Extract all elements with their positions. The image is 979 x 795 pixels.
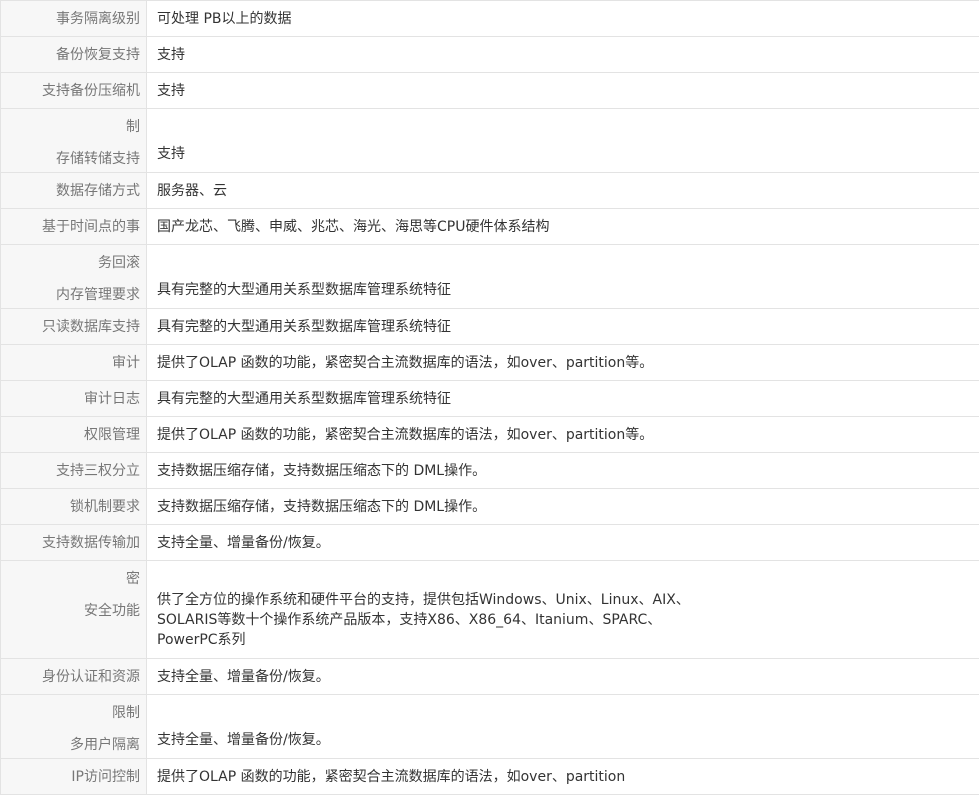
row-value-text: 支持: [157, 82, 185, 99]
row-value: 服务器、云: [147, 173, 979, 208]
row-value-text: 支持全量、增量备份/恢复。: [157, 732, 330, 748]
table-row: 务回滚 内存管理要求 具有完整的大型通用关系型数据库管理系统特征: [1, 245, 979, 309]
row-label: 基于时间点的事: [1, 209, 147, 244]
spec-table: 事务隔离级别 可处理 PB以上的数据 备份恢复支持 支持 支持备份压缩机 支持制存储转储支…: [0, 0, 979, 795]
row-value-text: 具有完整的大型通用关系型数据库管理系统特征: [157, 282, 451, 298]
row-value: 支持数据压缩存储，支持数据压缩态下的 DML操作。: [147, 453, 979, 488]
row-value: 支持数据压缩存储，支持数据压缩态下的 DML操作。: [147, 489, 979, 524]
row-value-text: 提供了OLAP 函数的功能，紧密契合主流数据库的语法，如over、partiti…: [157, 426, 654, 443]
row-label: 锁机制要求: [1, 489, 147, 524]
row-value: 具有完整的大型通用关系型数据库管理系统特征: [147, 381, 979, 416]
table-row: 审计 提供了OLAP 函数的功能，紧密契合主流数据库的语法，如over、parti…: [1, 345, 979, 381]
row-value-text: 服务器、云: [157, 182, 227, 199]
table-row: 数据存储方式 服务器、云: [1, 173, 979, 209]
row-label-text: 内存管理要求: [56, 287, 140, 303]
row-value-text: 支持: [157, 146, 185, 162]
row-label-text: 事务隔离级别: [56, 10, 140, 27]
row-value: 支持全量、增量备份/恢复。: [147, 695, 979, 758]
row-label-text: 审计: [112, 354, 140, 371]
row-value: 具有完整的大型通用关系型数据库管理系统特征: [147, 245, 979, 308]
table-row: 审计日志 具有完整的大型通用关系型数据库管理系统特征: [1, 381, 979, 417]
row-value-text: 供了全方位的操作系统和硬件平台的支持，提供包括Windows、Unix、Linu…: [157, 592, 690, 608]
table-row: 支持数据传输加 支持全量、增量备份/恢复。: [1, 525, 979, 561]
table-row: 事务隔离级别 可处理 PB以上的数据: [1, 1, 979, 37]
row-label: 事务隔离级别: [1, 1, 147, 36]
row-value: 提供了OLAP 函数的功能，紧密契合主流数据库的语法，如over、partiti…: [147, 345, 979, 380]
row-value-text: SOLARIS等数十个操作系统产品版本，支持X86、X86_64、Itanium…: [157, 612, 662, 628]
row-label-text: 多用户隔离: [70, 737, 140, 753]
row-label-text: 只读数据库支持: [42, 318, 140, 335]
table-row: 制存储转储支持 支持: [1, 109, 979, 173]
row-value: 可处理 PB以上的数据: [147, 1, 979, 36]
row-value-text: 具有完整的大型通用关系型数据库管理系统特征: [157, 318, 451, 335]
row-label-text: 限制: [112, 705, 140, 721]
row-label: 数据存储方式: [1, 173, 147, 208]
table-row: 备份恢复支持 支持: [1, 37, 979, 73]
table-row: 权限管理 提供了OLAP 函数的功能，紧密契合主流数据库的语法，如over、par…: [1, 417, 979, 453]
row-label: 制存储转储支持: [1, 109, 147, 172]
row-label: 支持备份压缩机: [1, 73, 147, 108]
row-value-text: 可处理 PB以上的数据: [157, 10, 292, 27]
row-label-text: 存储转储支持: [56, 151, 140, 167]
table-row: 身份认证和资源 支持全量、增量备份/恢复。: [1, 659, 979, 695]
row-label: 只读数据库支持: [1, 309, 147, 344]
table-row: 锁机制要求 支持数据压缩存储，支持数据压缩态下的 DML操作。: [1, 489, 979, 525]
row-value-text: 提供了OLAP 函数的功能，紧密契合主流数据库的语法，如over、partiti…: [157, 768, 626, 785]
row-value: 提供了OLAP 函数的功能，紧密契合主流数据库的语法，如over、partiti…: [147, 417, 979, 452]
row-value: 支持全量、增量备份/恢复。: [147, 659, 979, 694]
row-label-text: 锁机制要求: [70, 498, 140, 515]
row-value-text: 国产龙芯、飞腾、申威、兆芯、海光、海思等CPU硬件体系结构: [157, 218, 550, 235]
row-value: 提供了OLAP 函数的功能，紧密契合主流数据库的语法，如over、partiti…: [147, 759, 979, 794]
row-value: 国产龙芯、飞腾、申威、兆芯、海光、海思等CPU硬件体系结构: [147, 209, 979, 244]
row-label-text: 制: [126, 119, 140, 135]
row-label: 支持数据传输加: [1, 525, 147, 560]
row-label-text: 身份认证和资源: [42, 668, 140, 685]
row-value: 支持: [147, 73, 979, 108]
row-label-text: 基于时间点的事: [42, 218, 140, 235]
table-row: 支持三权分立 支持数据压缩存储，支持数据压缩态下的 DML操作。: [1, 453, 979, 489]
table-row: IP访问控制 提供了OLAP 函数的功能，紧密契合主流数据库的语法，如over、p…: [1, 759, 979, 795]
table-row: 限制 多用户隔离 支持全量、增量备份/恢复。: [1, 695, 979, 759]
row-label-text: 支持数据传输加: [42, 534, 140, 551]
row-label: IP访问控制: [1, 759, 147, 794]
row-value: 支持全量、增量备份/恢复。: [147, 525, 979, 560]
row-value-text: 支持数据压缩存储，支持数据压缩态下的 DML操作。: [157, 498, 487, 515]
row-value-text: 具有完整的大型通用关系型数据库管理系统特征: [157, 390, 451, 407]
row-label: 审计: [1, 345, 147, 380]
row-label: 身份认证和资源: [1, 659, 147, 694]
row-label: 审计日志: [1, 381, 147, 416]
row-value-text: 支持全量、增量备份/恢复。: [157, 668, 330, 685]
row-label-text: IP访问控制: [71, 768, 140, 785]
table-row: 基于时间点的事 国产龙芯、飞腾、申威、兆芯、海光、海思等CPU硬件体系结构: [1, 209, 979, 245]
row-value-text: 支持数据压缩存储，支持数据压缩态下的 DML操作。: [157, 462, 487, 479]
row-value: 支持: [147, 37, 979, 72]
row-label: 备份恢复支持: [1, 37, 147, 72]
row-label-text: 支持三权分立: [56, 462, 140, 479]
row-value-text: 支持全量、增量备份/恢复。: [157, 534, 330, 551]
row-value-text: 支持: [157, 46, 185, 63]
table-row: 支持备份压缩机 支持: [1, 73, 979, 109]
row-label-text: 务回滚: [98, 255, 140, 271]
table-row: 密安全功能 供了全方位的操作系统和硬件平台的支持，提供包括Windows、Unix…: [1, 561, 979, 659]
table-row: 只读数据库支持 具有完整的大型通用关系型数据库管理系统特征: [1, 309, 979, 345]
row-label-text: 支持备份压缩机: [42, 82, 140, 99]
row-label: 务回滚内存管理要求: [1, 245, 147, 308]
row-label-text: 数据存储方式: [56, 182, 140, 199]
row-label-text: 审计日志: [84, 390, 140, 407]
row-label: 支持三权分立: [1, 453, 147, 488]
row-label: 权限管理: [1, 417, 147, 452]
row-label-text: 备份恢复支持: [56, 46, 140, 63]
row-label-text: 权限管理: [84, 426, 140, 443]
row-value-text: PowerPC系列: [157, 632, 246, 648]
row-label: 密安全功能: [1, 561, 147, 658]
row-value: 支持: [147, 109, 979, 172]
row-value: 具有完整的大型通用关系型数据库管理系统特征: [147, 309, 979, 344]
row-value-text: 提供了OLAP 函数的功能，紧密契合主流数据库的语法，如over、partiti…: [157, 354, 654, 371]
row-label-text: 安全功能: [84, 603, 140, 619]
row-value: 供了全方位的操作系统和硬件平台的支持，提供包括Windows、Unix、Linu…: [147, 561, 979, 658]
row-label-text: 密: [126, 571, 140, 587]
row-label: 限制多用户隔离: [1, 695, 147, 758]
